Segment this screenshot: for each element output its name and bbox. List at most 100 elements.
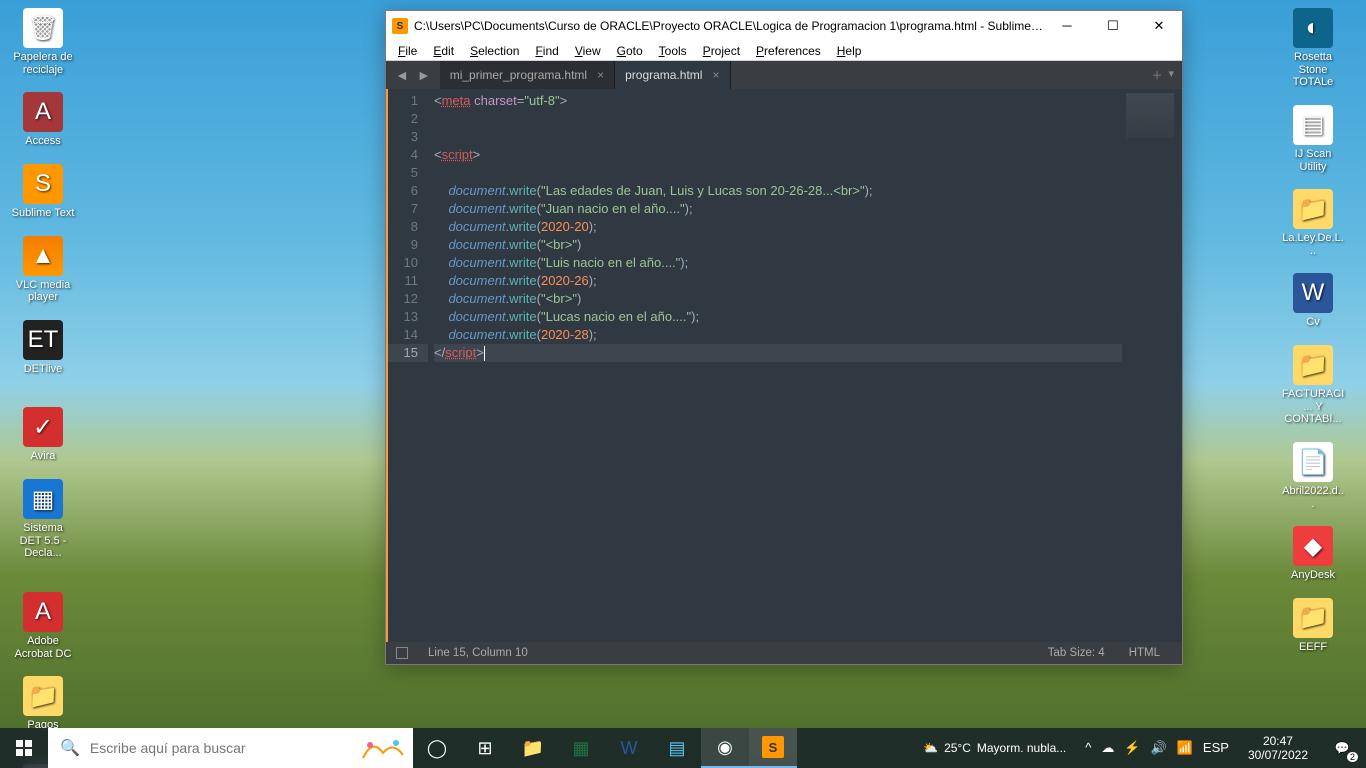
menu-view[interactable]: View [567,42,609,60]
status-tab-size[interactable]: Tab Size: 4 [1036,647,1117,659]
desktop-icon[interactable]: WCv [1278,270,1348,332]
tab[interactable]: programa.html× [615,61,730,89]
desktop-icon[interactable]: 🗑 Papelera de reciclaje [8,5,78,79]
title-bar[interactable]: S C:\Users\PC\Documents\Curso de ORACLE\… [386,11,1182,41]
menu-file[interactable]: File [390,42,425,60]
icon-label: Access [25,135,60,148]
chrome-taskbar-icon[interactable]: ◉ [701,728,749,768]
app-icon: ET [23,320,63,360]
menu-preferences[interactable]: Preferences [748,42,829,60]
taskbar: 🔍 ◯ ⊞ 📁 ▦ W ▤ ◉ S ⛅ 25°C Mayorm. nubla..… [0,728,1366,768]
status-syntax[interactable]: HTML [1117,647,1172,659]
clock[interactable]: 20:47 30/07/2022 [1238,734,1318,763]
status-line-col[interactable]: Line 15, Column 10 [416,647,540,659]
app-icon: 🗑 [23,8,63,48]
menu-tools[interactable]: Tools [651,42,695,60]
sublime-icon: S [392,18,408,34]
nav-back-icon[interactable]: ◄ [392,67,412,83]
window-title: C:\Users\PC\Documents\Curso de ORACLE\Pr… [414,19,1044,33]
app-icon: ▦ [23,479,63,519]
app-icon: ▲ [23,236,63,276]
minimap[interactable] [1122,89,1182,642]
search-box[interactable]: 🔍 [48,728,353,768]
icon-label: AnyDesk [1291,569,1335,582]
desktop-icon[interactable]: 📁Pagos [8,673,78,735]
maximize-button[interactable]: ☐ [1090,11,1136,41]
icon-label: Papelera de reciclaje [11,51,75,76]
app-icon: ◆ [1293,526,1333,566]
notifications-button[interactable]: 💬 2 [1318,728,1366,768]
weather-temp: 25°C [944,741,971,755]
menu-edit[interactable]: Edit [425,42,462,60]
weather-widget[interactable]: ⛅ 25°C Mayorm. nubla... [913,741,1076,755]
icon-label: Sistema DET 5.5 - Decla... [11,522,75,560]
menu-project[interactable]: Project [695,42,748,60]
clock-date: 30/07/2022 [1248,748,1308,762]
desktop-icon[interactable]: ◐Rosetta Stone TOTALe [1278,5,1348,92]
code-content[interactable]: <meta charset="utf-8"> <script> document… [428,89,1122,642]
desktop-icon[interactable]: AAdobe Acrobat DC [8,589,78,663]
tray-battery-icon[interactable]: ⚡ [1119,740,1145,756]
new-tab-button[interactable]: ＋ [1151,67,1162,83]
desktop-icon[interactable]: ▤IJ Scan Utility [1278,102,1348,176]
close-button[interactable]: ✕ [1136,11,1182,41]
app-icon: ✓ [23,407,63,447]
status-bar: Line 15, Column 10 Tab Size: 4 HTML [386,642,1182,664]
menu-selection[interactable]: Selection [462,42,527,60]
app-icon: 📁 [23,676,63,716]
desktop-icons-left: 🗑 Papelera de reciclaje A Access SSublime Te… [8,5,148,685]
weather-text: Mayorm. nubla... [977,741,1066,755]
icon-label: Cv [1306,316,1319,329]
icon-label: DETlive [24,363,63,376]
desktop-icon[interactable]: 📁EEFF [1278,595,1348,657]
desktop-icon[interactable]: ◆ AnyDesk [1278,523,1348,585]
app-icon: 📁 [1293,598,1333,638]
excel-icon[interactable]: ▦ [557,728,605,768]
desktop-icon[interactable]: 📁La.Ley.De.L... [1278,186,1348,260]
app-icon: 📁 [1293,189,1333,229]
tray-onedrive-icon[interactable]: ☁ [1096,740,1119,756]
tray-volume-icon[interactable]: 🔊 [1146,740,1172,756]
desktop-icon[interactable]: ET DETlive [8,317,78,379]
app-icon: ◐ [1293,8,1333,48]
tray-chevron-icon[interactable]: ^ [1080,740,1096,756]
menu-find[interactable]: Find [527,42,566,60]
sublime-taskbar-icon[interactable]: S [749,728,797,768]
app-icon: A [23,92,63,132]
desktop-icon[interactable]: 📁FACTURACI... Y CONTABI... [1278,342,1348,429]
minimize-button[interactable]: ─ [1044,11,1090,41]
icon-label: Abril2022.d... [1281,485,1345,510]
app-icon: 📁 [1293,345,1333,385]
tray-lang[interactable]: ESP [1198,740,1234,756]
mstodo-icon[interactable]: ▤ [653,728,701,768]
task-view-button[interactable]: ◯ [413,728,461,768]
icon-label: Sublime Text [12,207,75,220]
menu-goto[interactable]: Goto [609,42,651,60]
file-explorer-icon[interactable]: 📁 [509,728,557,768]
icon-label: IJ Scan Utility [1281,148,1345,173]
tab[interactable]: mi_primer_programa.html× [440,61,615,89]
tab-close-icon[interactable]: × [712,68,719,82]
clock-time: 20:47 [1248,734,1308,748]
status-panel-icon[interactable] [396,647,408,659]
search-input[interactable] [90,740,341,756]
tab-close-icon[interactable]: × [597,68,604,82]
line-gutter: 123456789101112131415 [386,89,428,642]
nav-forward-icon[interactable]: ► [414,67,434,83]
icon-label: Avira [31,450,56,463]
desktop-icon[interactable]: ▲VLC media player [8,233,78,307]
word-icon[interactable]: W [605,728,653,768]
cortana-button[interactable]: ⊞ [461,728,509,768]
editor-area[interactable]: 123456789101112131415 <meta charset="utf… [386,89,1182,642]
start-button[interactable] [0,728,48,768]
menu-help[interactable]: Help [829,42,870,60]
app-icon: 📄 [1293,442,1333,482]
desktop-icon[interactable]: A Access [8,89,78,151]
desktop-icon[interactable]: SSublime Text [8,161,78,223]
tab-bar: ◄ ► mi_primer_programa.html×programa.htm… [386,61,1182,89]
desktop-icon[interactable]: 📄 Abril2022.d... [1278,439,1348,513]
desktop-icon[interactable]: ✓ Avira [8,404,78,466]
tray-wifi-icon[interactable]: 📶 [1172,740,1198,756]
desktop-icon[interactable]: ▦Sistema DET 5.5 - Decla... [8,476,78,563]
tab-menu-icon[interactable]: ▾ [1168,67,1174,83]
